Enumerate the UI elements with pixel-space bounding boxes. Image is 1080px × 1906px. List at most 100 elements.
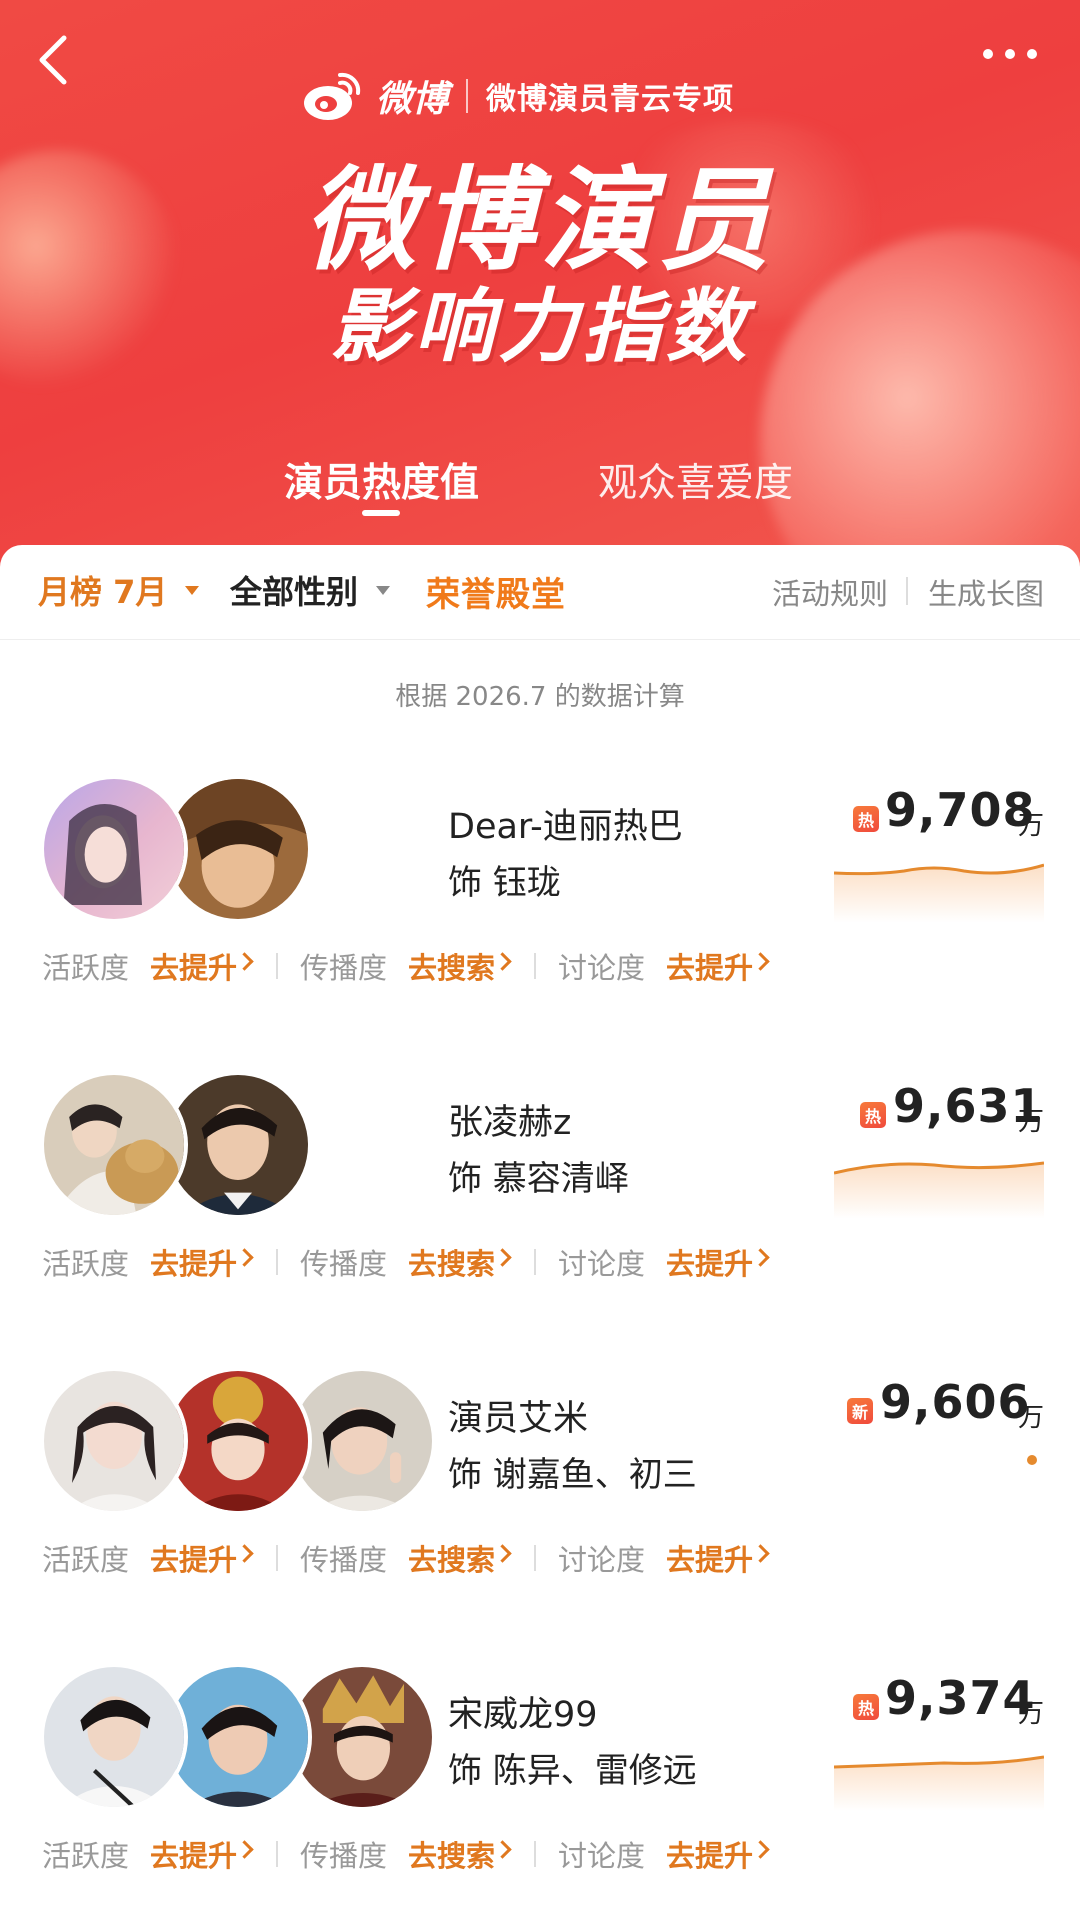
actor-role: 饰 谢嘉鱼、初三 [448, 1455, 697, 1495]
metrics-row: 活跃度 去提升 传播度 去搜索 讨论度 去提升 [0, 1241, 1080, 1285]
search-spread-button[interactable]: 去搜索 [408, 1537, 495, 1579]
hot-badge-icon: 热 [853, 806, 879, 832]
gender-filter-label: 全部性别 [230, 573, 359, 611]
chevron-right-icon [235, 952, 254, 971]
weibo-logo-icon [304, 72, 361, 120]
heat-score: 9,374 [885, 1671, 1036, 1725]
avatar[interactable] [40, 775, 188, 923]
metric-label-spread: 传播度 [300, 951, 388, 985]
chevron-right-icon [493, 1248, 512, 1267]
trend-sparkline [834, 863, 1044, 923]
improve-activity-button[interactable]: 去提升 [150, 1833, 237, 1875]
trend-dot [1027, 1455, 1037, 1465]
metric-label-spread: 传播度 [300, 1247, 388, 1281]
metrics-row: 活跃度 去提升 传播度 去搜索 讨论度 去提升 [0, 945, 1080, 989]
rank-entry[interactable]: 宋威龙99 饰 陈异、雷修远 热 9,374 万 活跃度 去提升 传播度 去搜索… [0, 1651, 1080, 1906]
metric-label-discussion: 讨论度 [558, 1839, 646, 1873]
more-dots-icon[interactable] [980, 44, 1040, 64]
chevron-right-icon [751, 1248, 770, 1267]
hot-badge-icon: 热 [853, 1694, 879, 1720]
divider [276, 953, 278, 979]
avatar[interactable] [40, 1367, 188, 1515]
hero-subtitle: 影响力指数 [330, 280, 750, 373]
chevron-right-icon [751, 952, 770, 971]
ranking-sheet: 月榜 7月 全部性别 荣誉殿堂 活动规则 生成长图 根据 2026.7 的数据计… [0, 545, 1080, 1906]
metrics-row: 活跃度 去提升 传播度 去搜索 讨论度 去提升 [0, 1537, 1080, 1581]
activity-rules-link[interactable]: 活动规则 [772, 571, 888, 613]
month-filter-dropdown[interactable]: 月榜 7月 [38, 567, 200, 613]
metric-label-discussion: 讨论度 [558, 951, 646, 985]
chevron-right-icon [493, 1544, 512, 1563]
metric-label-activity: 活跃度 [42, 1543, 130, 1577]
divider [276, 1841, 278, 1867]
divider [906, 577, 908, 605]
score-unit: 万 [1018, 1403, 1045, 1433]
hot-badge-icon: 热 [860, 1102, 886, 1128]
avatar[interactable] [40, 1071, 188, 1219]
improve-discussion-button[interactable]: 去提升 [666, 1241, 753, 1283]
improve-activity-button[interactable]: 去提升 [150, 1537, 237, 1579]
improve-activity-button[interactable]: 去提升 [150, 1241, 237, 1283]
actor-role: 饰 陈异、雷修远 [448, 1751, 697, 1791]
divider [276, 1545, 278, 1571]
search-spread-button[interactable]: 去搜索 [408, 1241, 495, 1283]
improve-discussion-button[interactable]: 去提升 [666, 1537, 753, 1579]
improve-discussion-button[interactable]: 去提升 [666, 1833, 753, 1875]
avatar-group [40, 775, 420, 925]
actor-name: Dear-迪丽热巴 [448, 807, 683, 847]
avatar-group [40, 1071, 420, 1221]
new-badge-icon: 新 [847, 1398, 873, 1424]
caret-down-icon [185, 585, 200, 595]
avatar[interactable] [40, 1663, 188, 1811]
metric-label-activity: 活跃度 [42, 1839, 130, 1873]
chevron-right-icon [235, 1840, 254, 1859]
brand-name: 微博 [376, 78, 449, 120]
divider [534, 1545, 536, 1571]
chevron-left-icon[interactable] [32, 32, 76, 88]
trend-sparkline [834, 1755, 1044, 1811]
trend-sparkline [834, 1161, 1044, 1219]
chevron-right-icon [235, 1248, 254, 1267]
score-unit: 万 [1018, 1107, 1045, 1137]
tab-active-indicator [362, 510, 400, 516]
chevron-right-icon [751, 1544, 770, 1563]
score-unit: 万 [1018, 811, 1045, 841]
month-filter-label: 月榜 7月 [38, 573, 168, 611]
actor-role: 饰 慕容清峄 [448, 1159, 629, 1199]
chevron-right-icon [751, 1840, 770, 1859]
divider [534, 1249, 536, 1275]
chevron-right-icon [493, 1840, 512, 1859]
rank-entry[interactable]: Dear-迪丽热巴 饰 钰珑 热 9,708 万 活跃度 去提升 传播度 去搜索… [0, 763, 1080, 1059]
rank-entry[interactable]: 张凌赫z 饰 慕容清峄 热 9,631 万 活跃度 去提升 传播度 去搜索 讨论… [0, 1059, 1080, 1355]
hall-of-fame-link[interactable]: 荣誉殿堂 [426, 567, 566, 616]
rank-entry[interactable]: 演员艾米 饰 谢嘉鱼、初三 新 9,606 万 活跃度 去提升 传播度 去搜索 … [0, 1355, 1080, 1651]
improve-discussion-button[interactable]: 去提升 [666, 945, 753, 987]
metric-label-discussion: 讨论度 [558, 1247, 646, 1281]
score-unit: 万 [1018, 1699, 1045, 1729]
tab-actor-heat[interactable]: 演员热度值 [284, 452, 479, 508]
improve-activity-button[interactable]: 去提升 [150, 945, 237, 987]
gender-filter-dropdown[interactable]: 全部性别 [230, 567, 391, 613]
actor-name: 张凌赫z [448, 1103, 572, 1143]
metric-label-spread: 传播度 [300, 1543, 388, 1577]
divider [534, 953, 536, 979]
search-spread-button[interactable]: 去搜索 [408, 1833, 495, 1875]
brand-subtitle: 微博演员青云专项 [486, 82, 735, 117]
header-banner: 微博 微博演员青云专项 微博演员 影响力指数 演员热度值 观众喜爱度 [0, 0, 1080, 600]
generate-long-image-link[interactable]: 生成长图 [928, 571, 1044, 613]
avatar-group [40, 1367, 436, 1517]
filter-bar: 月榜 7月 全部性别 荣誉殿堂 活动规则 生成长图 [0, 545, 1080, 640]
divider [276, 1249, 278, 1275]
calculation-note: 根据 2026.7 的数据计算 [395, 682, 685, 712]
tab-audience-love[interactable]: 观众喜爱度 [598, 452, 793, 508]
chevron-right-icon [235, 1544, 254, 1563]
tab-bar: 演员热度值 观众喜爱度 [0, 452, 1080, 522]
brand-row: 微博 微博演员青云专项 [300, 66, 734, 126]
metric-label-activity: 活跃度 [42, 951, 130, 985]
caret-down-icon [376, 585, 391, 595]
heat-score: 9,606 [880, 1375, 1031, 1429]
actor-name: 宋威龙99 [448, 1695, 598, 1735]
metrics-row: 活跃度 去提升 传播度 去搜索 讨论度 去提升 [0, 1833, 1080, 1877]
search-spread-button[interactable]: 去搜索 [408, 945, 495, 987]
chevron-right-icon [493, 952, 512, 971]
